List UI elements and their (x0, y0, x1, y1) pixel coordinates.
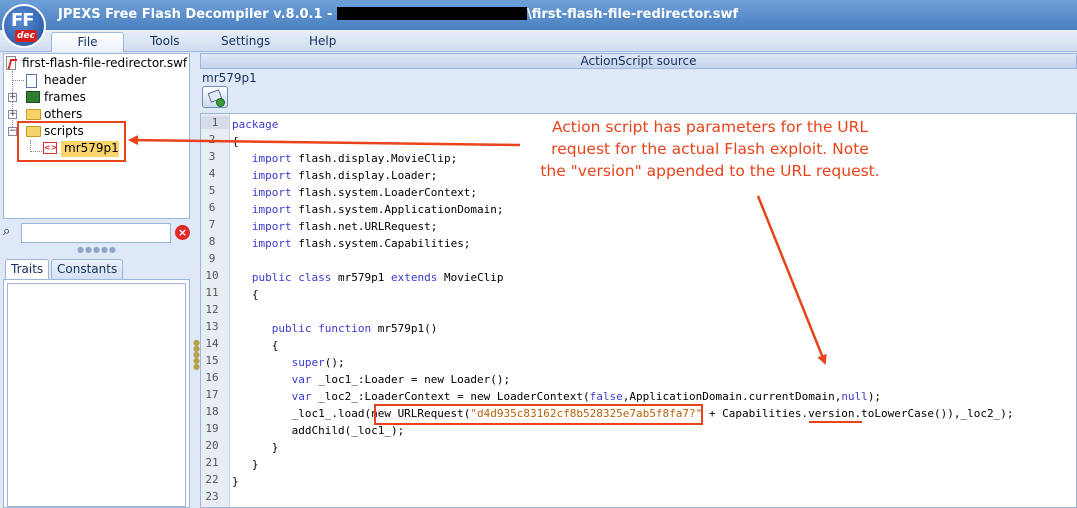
file-icon (26, 74, 37, 88)
line-number: 16 (205, 371, 219, 384)
line-number: 4 (208, 167, 216, 180)
tab-constants[interactable]: Constants (51, 259, 124, 279)
traits-panel (3, 279, 190, 508)
line-number: 21 (205, 456, 219, 469)
line-number: 20 (205, 439, 219, 452)
title-bar: JPEXS Free Flash Decompiler v.8.0.1 - \f… (0, 0, 1077, 30)
menu-settings[interactable]: Settings (221, 34, 270, 48)
app-logo-icon: FF dec (2, 4, 46, 48)
tab-bar: Traits Constants (3, 259, 190, 279)
code-line: import flash.display.Loader; (251, 169, 438, 182)
annotation-box-tree (17, 121, 126, 162)
edit-script-button[interactable] (202, 86, 228, 108)
code-line: public function mr579p1() (271, 322, 438, 335)
film-icon (26, 91, 40, 103)
expand-others-icon[interactable]: + (8, 110, 17, 119)
line-number: 9 (208, 252, 216, 265)
line-number: 12 (205, 303, 219, 316)
expand-frames-icon[interactable]: + (8, 93, 17, 102)
line-number: 14 (205, 337, 219, 350)
left-panel: first-flash-file-redirector.swf header +… (3, 53, 190, 508)
panel-header: ActionScript source (200, 53, 1077, 69)
code-line: { (232, 135, 239, 148)
resource-tree[interactable]: first-flash-file-redirector.swf header +… (3, 53, 190, 219)
binoculars-icon: ⌕ (3, 224, 11, 239)
search-row: ⌕ × (3, 223, 190, 243)
code-line: } (232, 441, 279, 454)
code-line: super(); (291, 356, 345, 369)
code-line: var _loc2_:LoaderContext = new LoaderCon… (291, 390, 882, 403)
search-input[interactable] (21, 223, 171, 243)
code-line: import flash.system.Capabilities; (251, 237, 471, 250)
collapse-scripts-icon[interactable]: − (8, 127, 17, 136)
line-number: 23 (205, 490, 219, 503)
vertical-splitter[interactable]: ● ● ● ● ● (193, 339, 200, 371)
tab-traits[interactable]: Traits (5, 259, 50, 279)
code-line: { (232, 339, 279, 352)
line-number: 8 (208, 235, 216, 248)
menu-bar: File Tools Settings Help (0, 30, 1077, 52)
menu-help[interactable]: Help (309, 34, 336, 48)
script-name-label: mr579p1 (202, 71, 257, 85)
line-number: 6 (208, 201, 216, 214)
traits-list[interactable] (7, 283, 186, 507)
annotation-box-urlrequest (374, 404, 703, 425)
line-number: 18 (205, 405, 219, 418)
line-number: 5 (208, 184, 216, 197)
clear-search-icon[interactable]: × (175, 225, 190, 240)
line-number: 3 (208, 150, 216, 163)
code-line: import flash.system.ApplicationDomain; (251, 203, 504, 216)
line-gutter: 1 2 3 4 5 6 7 8 9 10 11 12 13 14 15 16 1… (201, 114, 230, 507)
line-number: 13 (205, 320, 219, 333)
code-line: import flash.system.LoaderContext; (251, 186, 478, 199)
line-number: 22 (205, 473, 219, 486)
redacted-path (336, 7, 527, 20)
line-number: 17 (205, 388, 219, 401)
tree-guide (12, 80, 24, 81)
annotation-text: Action script has parameters for the URL… (540, 118, 880, 180)
annotation-underline-version (809, 421, 862, 423)
line-number: 19 (205, 422, 219, 435)
menu-tools[interactable]: Tools (150, 34, 180, 48)
window-title: JPEXS Free Flash Decompiler v.8.0.1 - \f… (58, 7, 739, 22)
line-number: 15 (205, 354, 219, 367)
code-line: } (232, 458, 259, 471)
line-number: 10 (205, 269, 219, 282)
code-line: import flash.display.MovieClip; (251, 152, 458, 165)
splitter-grip[interactable]: ●●●●● (77, 245, 117, 254)
code-line: var _loc1_:Loader = new Loader(); (291, 373, 511, 386)
code-line: import flash.net.URLRequest; (251, 220, 438, 233)
swf-file-icon (6, 56, 16, 70)
code-line: { (232, 288, 259, 301)
folder-icon (26, 109, 41, 120)
code-line: public class mr579p1 extends MovieClip (251, 271, 504, 284)
line-number: 7 (208, 218, 216, 231)
line-number: 1 (201, 116, 229, 129)
code-line: } (232, 475, 239, 488)
line-number: 11 (205, 286, 219, 299)
menu-file[interactable]: File (51, 32, 124, 52)
line-number: 2 (208, 133, 216, 146)
code-line: package (232, 118, 279, 131)
